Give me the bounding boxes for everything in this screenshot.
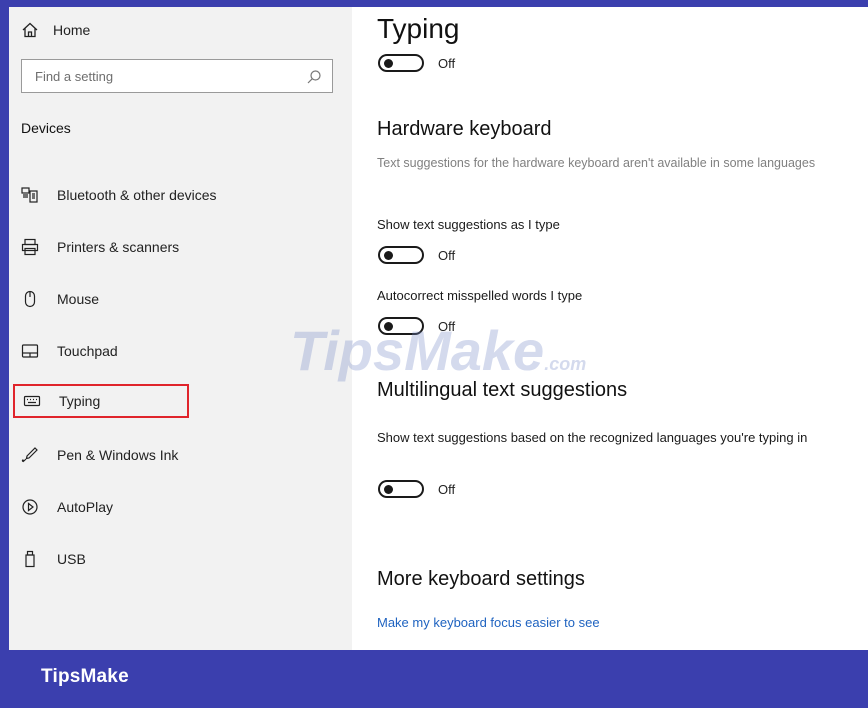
more-keyboard-heading: More keyboard settings bbox=[377, 568, 585, 590]
search-input[interactable]: Find a setting bbox=[21, 59, 333, 93]
toggle-knob bbox=[384, 59, 393, 68]
multilingual-toggle-row: Off bbox=[378, 478, 455, 500]
sidebar-item-printers[interactable]: Printers & scanners bbox=[21, 235, 179, 259]
typing-toggle[interactable] bbox=[378, 54, 424, 72]
show-suggestions-toggle[interactable] bbox=[378, 246, 424, 264]
sidebar-item-typing[interactable]: Typing bbox=[13, 384, 189, 418]
footer-brand: TipsMake bbox=[41, 666, 129, 687]
touchpad-icon bbox=[21, 344, 39, 358]
sidebar-item-usb[interactable]: USB bbox=[21, 547, 86, 571]
sidebar-item-label: Bluetooth & other devices bbox=[57, 187, 217, 203]
bluetooth-devices-icon bbox=[21, 187, 38, 203]
toggle-knob bbox=[384, 485, 393, 494]
section-title: Devices bbox=[21, 120, 71, 136]
multilingual-label: Show text suggestions based on the recog… bbox=[377, 430, 808, 445]
sidebar-item-mouse[interactable]: Mouse bbox=[21, 287, 99, 311]
printer-icon bbox=[21, 238, 39, 256]
sidebar-item-pen[interactable]: Pen & Windows Ink bbox=[21, 443, 178, 467]
sidebar-item-label: Touchpad bbox=[57, 343, 118, 359]
settings-content: Typing Off Hardware keyboard Text sugges… bbox=[352, 7, 868, 650]
usb-icon bbox=[25, 550, 35, 568]
mouse-icon bbox=[24, 290, 36, 308]
settings-sidebar: Home Find a setting Devices Bluetooth & … bbox=[9, 7, 352, 650]
sidebar-item-label: AutoPlay bbox=[57, 499, 114, 515]
toggle-knob bbox=[384, 322, 393, 331]
toggle-knob bbox=[384, 251, 393, 260]
toggle-state: Off bbox=[438, 318, 456, 334]
toggle-state: Off bbox=[438, 481, 456, 497]
search-placeholder: Find a setting bbox=[35, 69, 114, 84]
autoplay-icon bbox=[22, 499, 38, 515]
sidebar-item-bluetooth[interactable]: Bluetooth & other devices bbox=[21, 183, 217, 207]
keyboard-icon bbox=[23, 395, 41, 407]
keyboard-focus-link[interactable]: Make my keyboard focus easier to see bbox=[377, 615, 600, 630]
sidebar-item-autoplay[interactable]: AutoPlay bbox=[21, 495, 113, 519]
sidebar-item-touchpad[interactable]: Touchpad bbox=[21, 339, 118, 363]
sidebar-item-label: USB bbox=[57, 551, 86, 567]
show-suggestions-toggle-row: Off bbox=[378, 244, 455, 266]
toggle-state: Off bbox=[438, 55, 456, 71]
autocorrect-toggle-row: Off bbox=[378, 315, 455, 337]
multilingual-toggle[interactable] bbox=[378, 480, 424, 498]
sidebar-item-label: Mouse bbox=[57, 291, 100, 307]
hardware-keyboard-heading: Hardware keyboard bbox=[377, 118, 552, 140]
sidebar-item-label: Printers & scanners bbox=[57, 239, 180, 255]
sidebar-item-label: Typing bbox=[59, 393, 101, 409]
toggle-state: Off bbox=[438, 247, 456, 263]
pen-icon bbox=[21, 447, 38, 463]
autocorrect-label: Autocorrect misspelled words I type bbox=[377, 288, 583, 303]
search-icon bbox=[307, 70, 321, 84]
footer-bar: TipsMake bbox=[0, 650, 868, 708]
home-icon bbox=[22, 22, 38, 38]
multilingual-heading: Multilingual text suggestions bbox=[377, 379, 628, 401]
home-nav-item[interactable]: Home bbox=[21, 19, 90, 41]
hardware-keyboard-description: Text suggestions for the hardware keyboa… bbox=[377, 156, 816, 170]
show-suggestions-label: Show text suggestions as I type bbox=[377, 217, 560, 232]
home-label: Home bbox=[53, 22, 91, 38]
sidebar-item-label: Pen & Windows Ink bbox=[57, 447, 179, 463]
page-title: Typing bbox=[377, 13, 460, 44]
autocorrect-toggle[interactable] bbox=[378, 317, 424, 335]
typing-toggle-row: Off bbox=[378, 52, 455, 74]
